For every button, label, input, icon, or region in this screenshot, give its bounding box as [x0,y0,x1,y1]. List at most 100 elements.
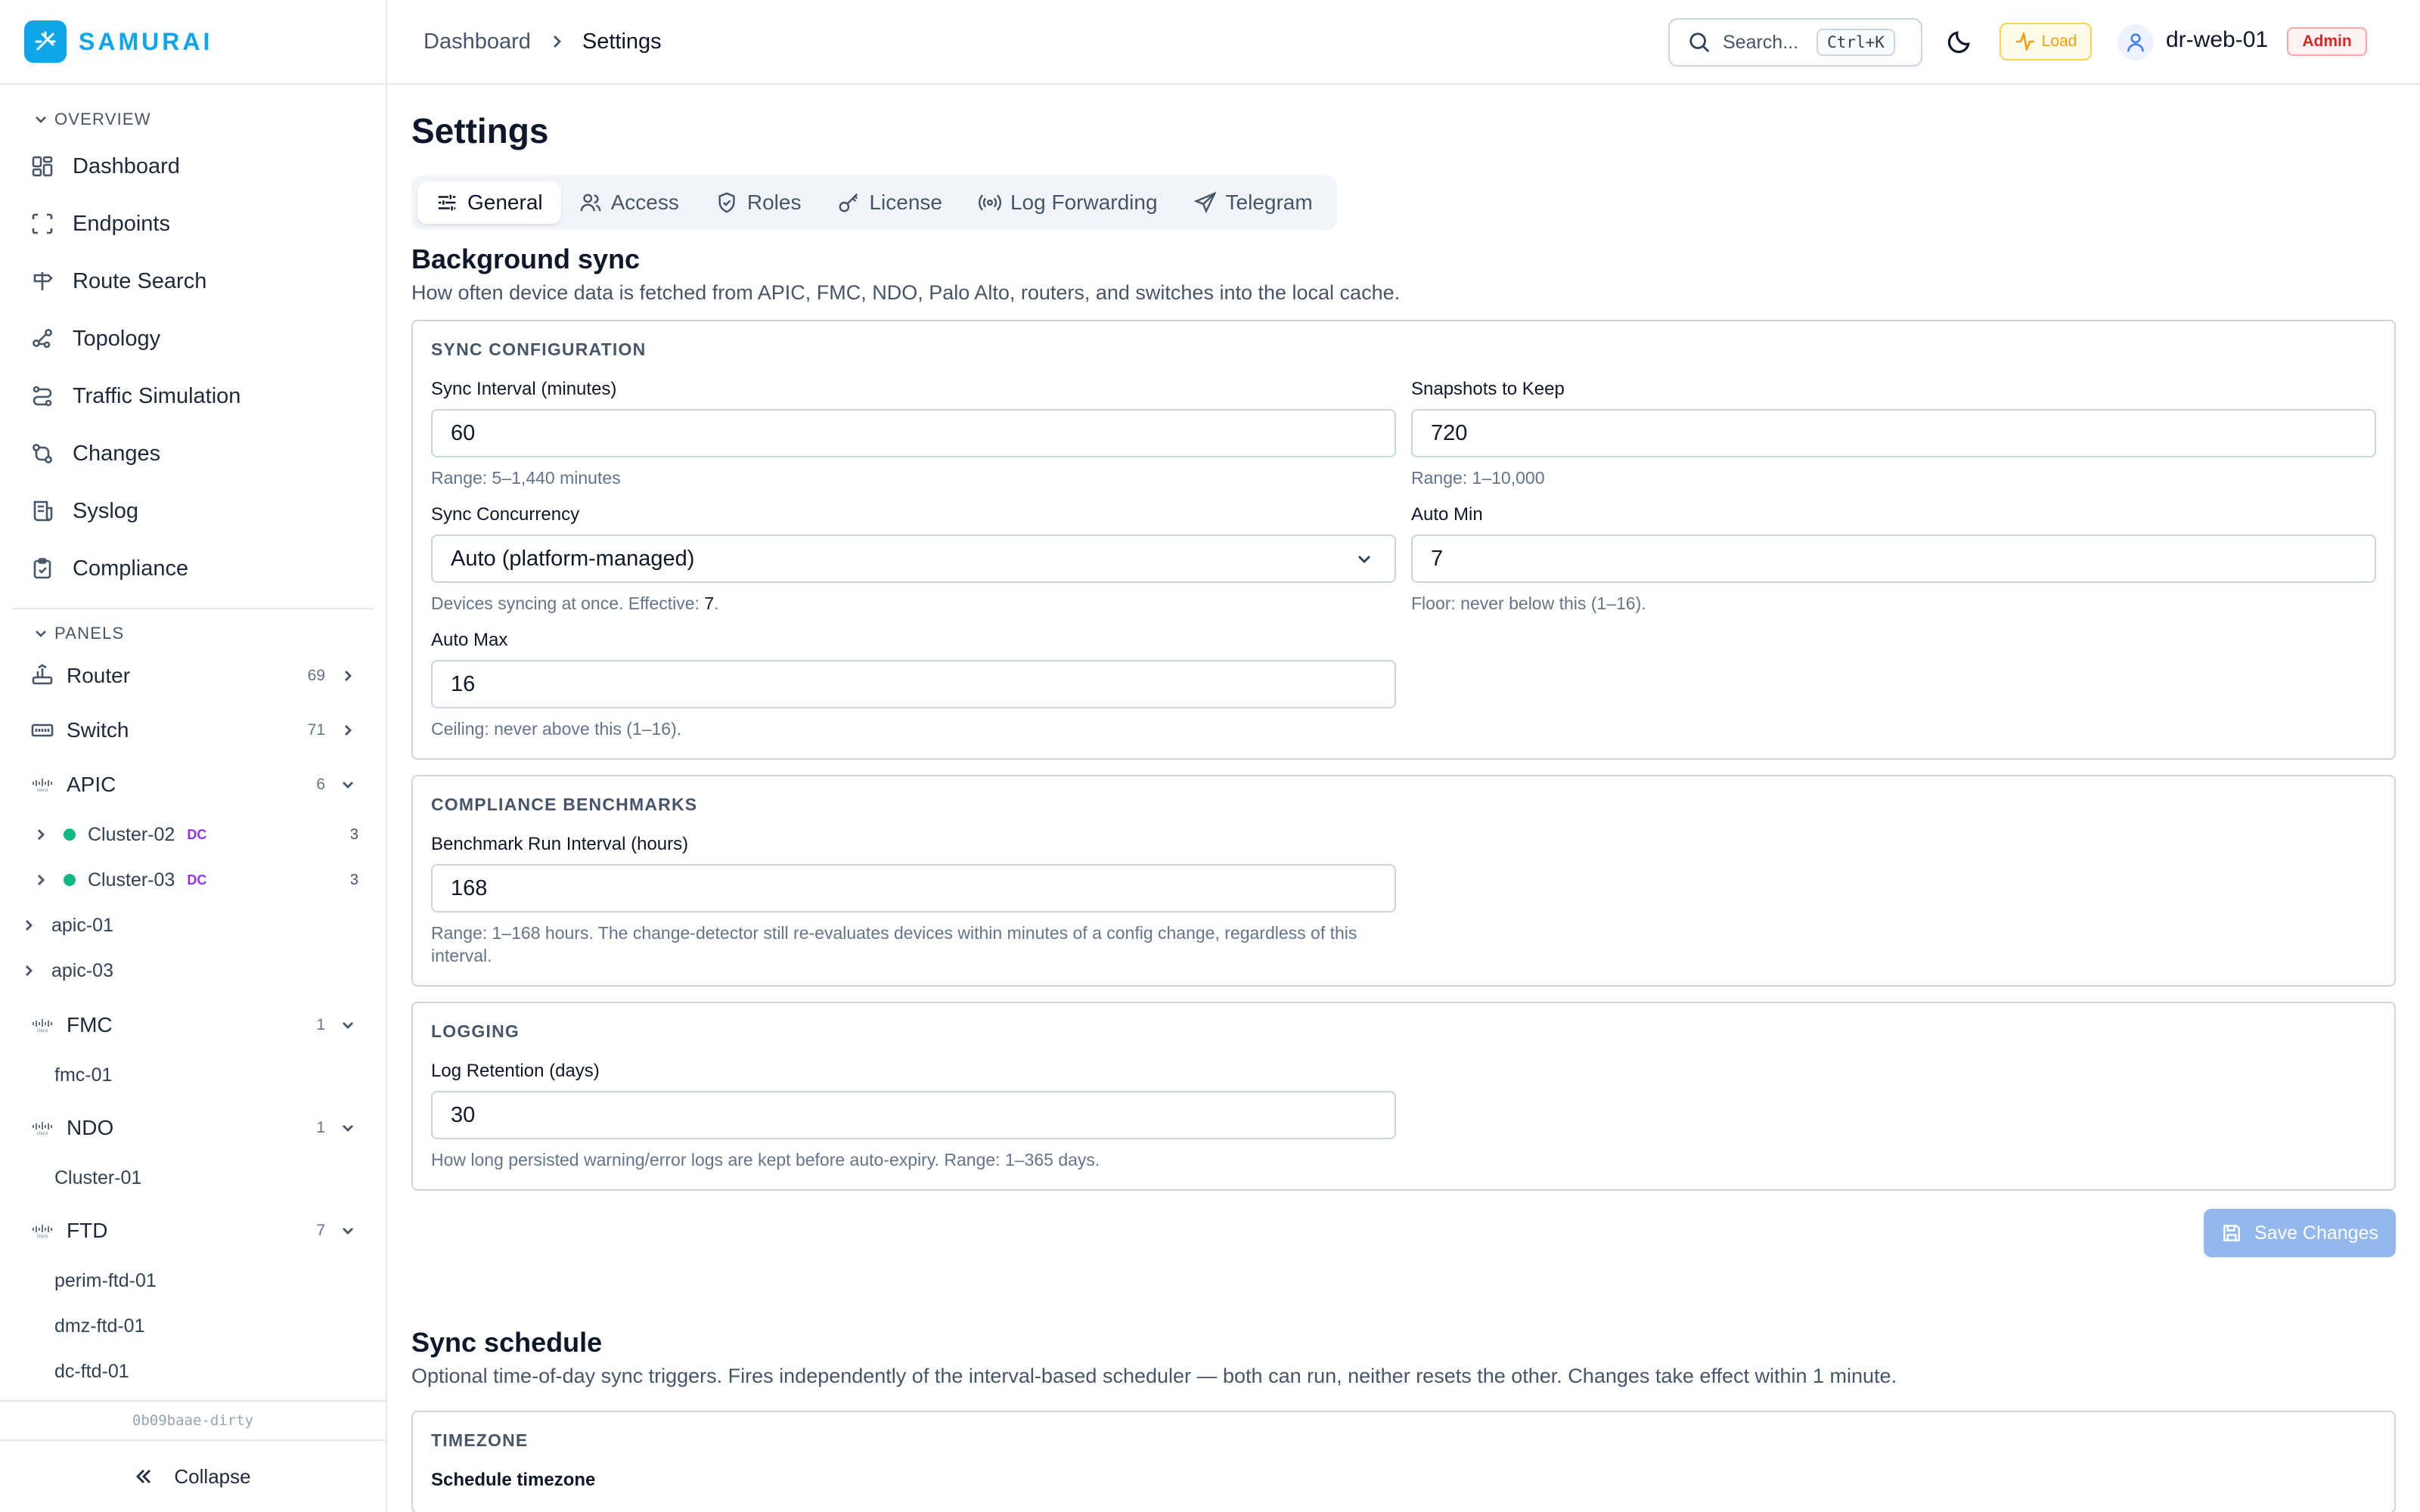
cisco-logo-icon: cisco [33,1122,52,1136]
tab-general[interactable]: General [417,181,561,224]
nav-traffic-simulation[interactable]: Traffic Simulation [0,367,386,425]
collapse-label: Collapse [174,1464,251,1488]
brand[interactable]: SAMURAI [0,0,386,85]
version-label: 0b09baae-dirty [0,1400,386,1439]
field-label: Snapshots to Keep [1411,379,1565,399]
cluster-label: Cluster-03 [88,869,175,891]
card-title: LOGGING [431,1021,520,1041]
field-label: Log Retention (days) [431,1061,600,1081]
sync-concurrency-select[interactable]: Auto (platform-managed) [431,534,1396,583]
tab-license[interactable]: License [819,181,960,224]
chevron-down-icon[interactable] [340,777,355,792]
nav-topology[interactable]: Topology [0,310,386,367]
auto-max-input[interactable]: 16 [431,660,1396,708]
panel-switch[interactable]: Switch 71 [0,703,386,758]
tab-label: General [467,191,543,214]
nav-label: Dashboard [73,153,180,178]
auto-min-input[interactable]: 7 [1411,534,2376,583]
hint-prefix: Devices syncing at once. Effective: [431,593,705,613]
panel-count: 1 [316,1016,325,1033]
username[interactable]: dr-web-01 [2166,27,2268,53]
device-item[interactable]: Cluster-01 [0,1155,386,1201]
tab-label: Roles [746,191,802,214]
cisco-logo-icon: cisco [33,1225,52,1238]
nav-route-search[interactable]: Route Search [0,253,386,310]
changes-icon [33,444,52,463]
nav-changes[interactable]: Changes [0,425,386,482]
panels-section-toggle[interactable]: PANELS [0,618,386,649]
sidebar: SAMURAI OVERVIEW Dashboard Endpoints Rou… [0,0,387,1512]
device-item[interactable]: perim-ftd-01 [0,1258,386,1303]
panel-count: 1 [316,1119,325,1136]
nav-compliance[interactable]: Compliance [0,540,386,597]
log-retention-input[interactable]: 30 [431,1091,1396,1139]
breadcrumb-settings: Settings [582,29,662,54]
chevron-right-icon[interactable] [340,723,355,738]
search-input[interactable]: Search... Ctrl+K [1668,18,1922,67]
field-label: Sync Interval (minutes) [431,379,617,399]
field-label: Schedule timezone [431,1470,596,1490]
load-button[interactable]: Load [2000,23,2092,60]
tab-telegram[interactable]: Telegram [1176,181,1331,224]
field-hint: How long persisted warning/error logs ar… [431,1150,1100,1170]
panel-ftd[interactable]: cisco FTD 7 [0,1204,386,1258]
panel-apic[interactable]: cisco APIC 6 [0,758,386,812]
online-status-dot [64,874,76,886]
chevron-right-icon[interactable] [21,963,36,978]
device-item[interactable]: fmc-01 [0,1052,386,1098]
chevron-down-icon [36,116,46,123]
hint-suffix: . [714,593,719,613]
card-title: TIMEZONE [431,1430,529,1450]
chevron-down-icon[interactable] [340,1120,355,1136]
nav-dashboard[interactable]: Dashboard [0,138,386,195]
chevron-right-icon[interactable] [21,918,36,933]
field-hint: Range: 1–10,000 [1411,468,1545,488]
snapshots-to-keep-input[interactable]: 720 [1411,409,2376,457]
sync-schedule-heading: Sync schedule [411,1327,603,1358]
chevron-right-icon[interactable] [33,827,48,842]
save-changes-button[interactable]: Save Changes [2204,1209,2396,1257]
collapse-button[interactable]: Collapse [0,1439,386,1512]
panel-router[interactable]: Router 69 [0,649,386,703]
chevron-right-icon[interactable] [340,668,355,683]
device-item[interactable]: dc-ftd-01 [0,1349,386,1394]
page-title: Settings [411,111,549,150]
settings-tabs: General Access Roles License Log Forward… [411,175,1337,230]
route-search-icon [33,272,53,290]
tab-log-forwarding[interactable]: Log Forwarding [960,181,1176,224]
panel-count: 71 [307,721,325,739]
select-value: Auto (platform-managed) [451,546,695,571]
panel-count: 7 [316,1222,325,1239]
tab-access[interactable]: Access [561,181,697,224]
nav-label: Route Search [73,268,207,293]
nav-endpoints[interactable]: Endpoints [0,195,386,253]
router-icon [32,664,53,685]
search-placeholder: Search... [1723,31,1799,53]
chevron-down-icon[interactable] [340,1223,355,1238]
theme-toggle-moon-icon[interactable] [1947,29,1972,54]
panel-ndo[interactable]: cisco NDO 1 [0,1101,386,1155]
switch-icon [31,723,54,737]
sliders-icon [438,194,456,211]
cluster-item[interactable]: Cluster-02 DC 3 [0,812,386,857]
overview-section-toggle[interactable]: OVERVIEW [0,104,386,135]
nav-label: Endpoints [73,211,170,236]
key-icon [839,193,858,212]
benchmark-interval-input[interactable]: 168 [431,864,1396,912]
chevron-down-icon[interactable] [340,1018,355,1033]
panel-fmc[interactable]: cisco FMC 1 [0,998,386,1052]
tab-roles[interactable]: Roles [697,181,820,224]
field-label: Sync Concurrency [431,504,580,525]
cluster-item[interactable]: Cluster-03 DC 3 [0,857,386,903]
device-item[interactable]: apic-01 [0,903,386,948]
user-avatar-icon[interactable] [2118,24,2154,60]
device-item[interactable]: apic-03 [0,948,386,993]
sync-interval-input[interactable]: 60 [431,409,1396,457]
panel-label: APIC [67,773,116,796]
tab-label: Telegram [1225,191,1313,214]
chevron-right-icon[interactable] [33,872,48,888]
nav-syslog[interactable]: Syslog [0,482,386,540]
device-item[interactable]: dmz-ftd-01 [0,1303,386,1349]
tab-label: Access [610,191,679,214]
breadcrumb-dashboard[interactable]: Dashboard [424,29,531,54]
